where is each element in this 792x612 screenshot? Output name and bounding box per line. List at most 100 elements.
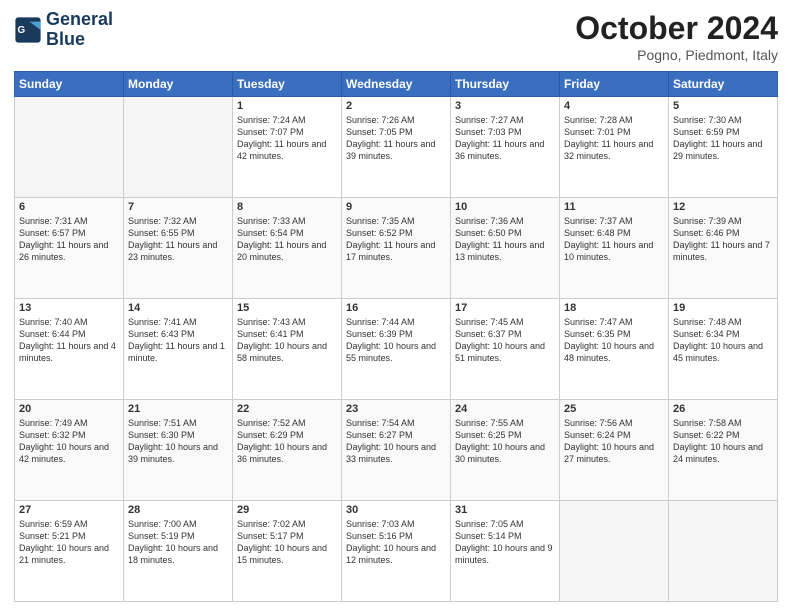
calendar-week-row: 13 Sunrise: 7:40 AM Sunset: 6:44 PM Dayli… xyxy=(15,299,778,400)
calendar: Sunday Monday Tuesday Wednesday Thursday… xyxy=(14,71,778,602)
day-number: 12 xyxy=(673,201,773,213)
day-number: 26 xyxy=(673,403,773,415)
table-row: 24Sunrise: 7:55 AM Sunset: 6:25 PM Dayli… xyxy=(451,400,560,501)
cell-info: Sunrise: 7:56 AM Sunset: 6:24 PM Dayligh… xyxy=(564,417,664,466)
cell-info: Sunrise: 7:45 AM Sunset: 6:37 PM Dayligh… xyxy=(455,316,555,365)
col-wednesday: Wednesday xyxy=(342,72,451,97)
cell-info: Sunrise: 7:05 AM Sunset: 5:14 PM Dayligh… xyxy=(455,518,555,567)
main-title: October 2024 xyxy=(575,10,778,47)
table-row xyxy=(669,501,778,602)
cell-info: Sunrise: 7:27 AM Sunset: 7:03 PM Dayligh… xyxy=(455,114,555,163)
cell-info: Sunrise: 7:24 AM Sunset: 7:07 PM Dayligh… xyxy=(237,114,337,163)
table-row: 20 Sunrise: 7:49 AM Sunset: 6:32 PM Dayli… xyxy=(15,400,124,501)
day-number: 11 xyxy=(564,201,664,213)
day-number: 20 xyxy=(19,403,119,415)
day-number: 25 xyxy=(564,403,664,415)
day-number: 1 xyxy=(237,100,337,112)
day-number: 24 xyxy=(455,403,555,415)
calendar-week-row: 20 Sunrise: 7:49 AM Sunset: 6:32 PM Dayli… xyxy=(15,400,778,501)
cell-info: Sunrise: 7:30 AM Sunset: 6:59 PM Dayligh… xyxy=(673,114,773,163)
table-row: 8 Sunrise: 7:33 AM Sunset: 6:54 PM Daylig… xyxy=(233,198,342,299)
col-tuesday: Tuesday xyxy=(233,72,342,97)
table-row: 18Sunrise: 7:47 AM Sunset: 6:35 PM Dayli… xyxy=(560,299,669,400)
cell-info: Sunrise: 7:02 AM Sunset: 5:17 PM Dayligh… xyxy=(237,518,337,567)
day-number: 22 xyxy=(237,403,337,415)
cell-info: Sunrise: 7:51 AM Sunset: 6:30 PM Dayligh… xyxy=(128,417,228,466)
cell-info: Sunrise: 7:33 AM Sunset: 6:54 PM Dayligh… xyxy=(237,215,337,264)
cell-info: Sunrise: 7:40 AM Sunset: 6:44 PM Dayligh… xyxy=(19,316,119,365)
table-row: 25 Sunrise: 7:56 AM Sunset: 6:24 PM Dayli… xyxy=(560,400,669,501)
day-number: 5 xyxy=(673,100,773,112)
cell-info: Sunrise: 7:41 AM Sunset: 6:43 PM Dayligh… xyxy=(128,316,228,365)
cell-info: Sunrise: 7:44 AM Sunset: 6:39 PM Dayligh… xyxy=(346,316,446,365)
col-sunday: Sunday xyxy=(15,72,124,97)
cell-info: Sunrise: 7:52 AM Sunset: 6:29 PM Dayligh… xyxy=(237,417,337,466)
table-row: 4Sunrise: 7:28 AM Sunset: 7:01 PM Daylig… xyxy=(560,97,669,198)
cell-info: Sunrise: 7:36 AM Sunset: 6:50 PM Dayligh… xyxy=(455,215,555,264)
cell-info: Sunrise: 7:31 AM Sunset: 6:57 PM Dayligh… xyxy=(19,215,119,264)
day-number: 30 xyxy=(346,504,446,516)
table-row: 3 Sunrise: 7:27 AM Sunset: 7:03 PM Daylig… xyxy=(451,97,560,198)
table-row: 10 Sunrise: 7:36 AM Sunset: 6:50 PM Dayli… xyxy=(451,198,560,299)
day-number: 9 xyxy=(346,201,446,213)
cell-info: Sunrise: 7:26 AM Sunset: 7:05 PM Dayligh… xyxy=(346,114,446,163)
day-number: 2 xyxy=(346,100,446,112)
table-row: 13 Sunrise: 7:40 AM Sunset: 6:44 PM Dayli… xyxy=(15,299,124,400)
day-number: 8 xyxy=(237,201,337,213)
day-number: 3 xyxy=(455,100,555,112)
table-row: 19Sunrise: 7:48 AM Sunset: 6:34 PM Dayli… xyxy=(669,299,778,400)
calendar-week-row: 6 Sunrise: 7:31 AM Sunset: 6:57 PM Daylig… xyxy=(15,198,778,299)
day-number: 7 xyxy=(128,201,228,213)
day-number: 27 xyxy=(19,504,119,516)
table-row: 2 Sunrise: 7:26 AM Sunset: 7:05 PM Daylig… xyxy=(342,97,451,198)
day-number: 23 xyxy=(346,403,446,415)
table-row: 28Sunrise: 7:00 AM Sunset: 5:19 PM Dayli… xyxy=(124,501,233,602)
table-row: 5 Sunrise: 7:30 AM Sunset: 6:59 PM Daylig… xyxy=(669,97,778,198)
cell-info: Sunrise: 7:28 AM Sunset: 7:01 PM Dayligh… xyxy=(564,114,664,163)
header: G GeneralBlue October 2024 Pogno, Piedmo… xyxy=(14,10,778,63)
cell-info: Sunrise: 7:49 AM Sunset: 6:32 PM Dayligh… xyxy=(19,417,119,466)
calendar-week-row: 1 Sunrise: 7:24 AM Sunset: 7:07 PM Daylig… xyxy=(15,97,778,198)
logo-text: GeneralBlue xyxy=(46,10,113,50)
sub-title: Pogno, Piedmont, Italy xyxy=(575,47,778,63)
day-number: 6 xyxy=(19,201,119,213)
title-block: October 2024 Pogno, Piedmont, Italy xyxy=(575,10,778,63)
table-row: 9Sunrise: 7:35 AM Sunset: 6:52 PM Daylig… xyxy=(342,198,451,299)
table-row: 15 Sunrise: 7:43 AM Sunset: 6:41 PM Dayli… xyxy=(233,299,342,400)
table-row xyxy=(15,97,124,198)
table-row: 30 Sunrise: 7:03 AM Sunset: 5:16 PM Dayli… xyxy=(342,501,451,602)
cell-info: Sunrise: 7:03 AM Sunset: 5:16 PM Dayligh… xyxy=(346,518,446,567)
cell-info: Sunrise: 7:37 AM Sunset: 6:48 PM Dayligh… xyxy=(564,215,664,264)
day-number: 17 xyxy=(455,302,555,314)
table-row: 26Sunrise: 7:58 AM Sunset: 6:22 PM Dayli… xyxy=(669,400,778,501)
col-monday: Monday xyxy=(124,72,233,97)
day-number: 14 xyxy=(128,302,228,314)
table-row: 31 Sunrise: 7:05 AM Sunset: 5:14 PM Dayli… xyxy=(451,501,560,602)
calendar-header-row: Sunday Monday Tuesday Wednesday Thursday… xyxy=(15,72,778,97)
table-row: 23 Sunrise: 7:54 AM Sunset: 6:27 PM Dayli… xyxy=(342,400,451,501)
day-number: 19 xyxy=(673,302,773,314)
table-row xyxy=(124,97,233,198)
day-number: 16 xyxy=(346,302,446,314)
table-row: 21Sunrise: 7:51 AM Sunset: 6:30 PM Dayli… xyxy=(124,400,233,501)
cell-info: Sunrise: 7:47 AM Sunset: 6:35 PM Dayligh… xyxy=(564,316,664,365)
calendar-week-row: 27 Sunrise: 6:59 AM Sunset: 5:21 PM Dayli… xyxy=(15,501,778,602)
day-number: 29 xyxy=(237,504,337,516)
cell-info: Sunrise: 6:59 AM Sunset: 5:21 PM Dayligh… xyxy=(19,518,119,567)
table-row: 6 Sunrise: 7:31 AM Sunset: 6:57 PM Daylig… xyxy=(15,198,124,299)
cell-info: Sunrise: 7:39 AM Sunset: 6:46 PM Dayligh… xyxy=(673,215,773,264)
table-row: 17 Sunrise: 7:45 AM Sunset: 6:37 PM Dayli… xyxy=(451,299,560,400)
table-row: 11 Sunrise: 7:37 AM Sunset: 6:48 PM Dayli… xyxy=(560,198,669,299)
day-number: 15 xyxy=(237,302,337,314)
table-row xyxy=(560,501,669,602)
cell-info: Sunrise: 7:43 AM Sunset: 6:41 PM Dayligh… xyxy=(237,316,337,365)
logo: G GeneralBlue xyxy=(14,10,113,50)
cell-info: Sunrise: 7:54 AM Sunset: 6:27 PM Dayligh… xyxy=(346,417,446,466)
day-number: 10 xyxy=(455,201,555,213)
table-row: 14 Sunrise: 7:41 AM Sunset: 6:43 PM Dayli… xyxy=(124,299,233,400)
logo-icon: G xyxy=(14,16,42,44)
day-number: 13 xyxy=(19,302,119,314)
day-number: 28 xyxy=(128,504,228,516)
day-number: 31 xyxy=(455,504,555,516)
table-row: 12 Sunrise: 7:39 AM Sunset: 6:46 PM Dayli… xyxy=(669,198,778,299)
